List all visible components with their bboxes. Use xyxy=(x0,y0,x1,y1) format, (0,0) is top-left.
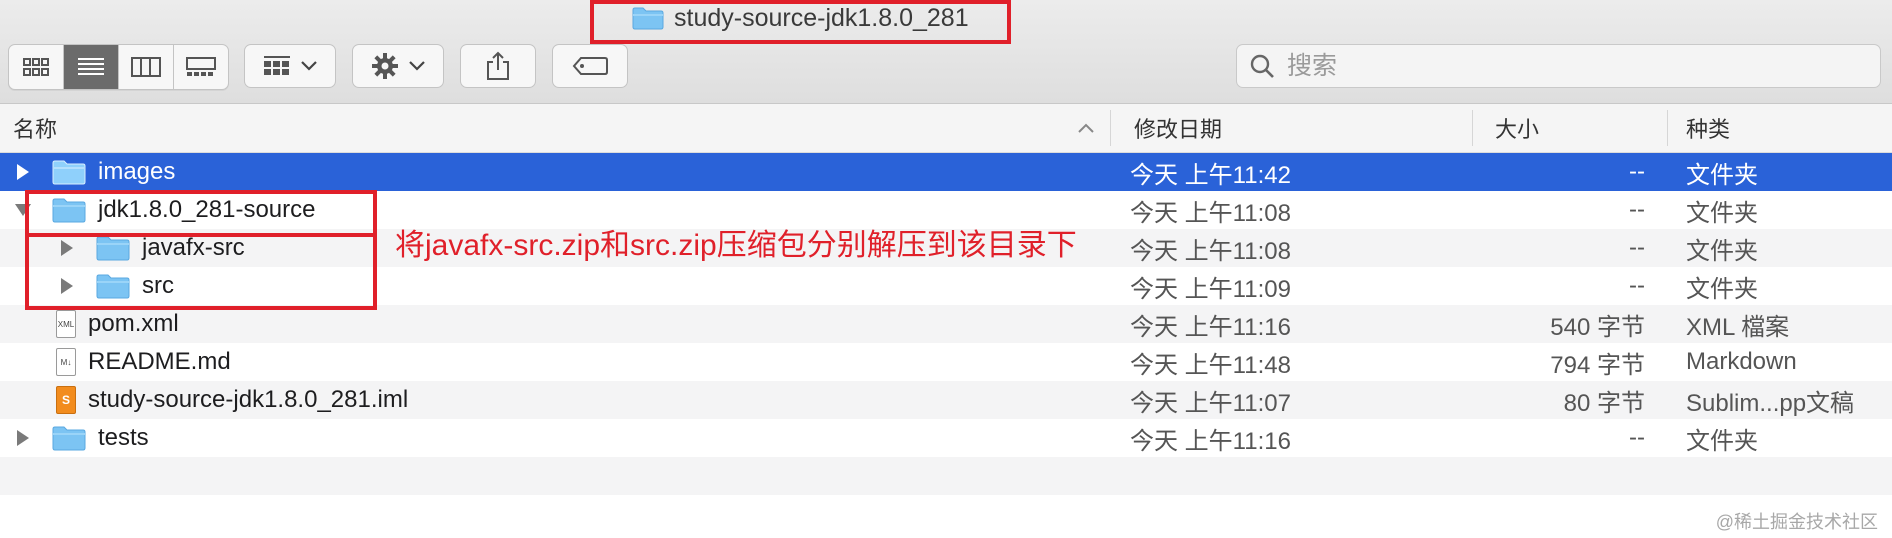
file-kind: Markdown xyxy=(1686,348,1797,375)
annotation-text: 将javafx-src.zip和src.zip压缩包分别解压到该目录下 xyxy=(395,229,1077,262)
file-date: 今天 上午11:07 xyxy=(1130,389,1291,417)
file-date: 今天 上午11:08 xyxy=(1130,237,1291,265)
file-kind: 文件夹 xyxy=(1686,427,1758,455)
search-field[interactable] xyxy=(1236,44,1881,88)
file-kind: XML 檔案 xyxy=(1686,313,1790,341)
file-row[interactable]: M↓ README.md 今天 上午11:48 794 字节 Markdown xyxy=(0,343,1892,381)
file-kind: 文件夹 xyxy=(1686,275,1758,303)
list-view-button[interactable] xyxy=(64,45,119,89)
group-by-button[interactable] xyxy=(244,44,336,88)
kind-column-header[interactable]: 种类 xyxy=(1686,104,1730,152)
gallery-icon xyxy=(186,57,216,76)
file-size: -- xyxy=(1629,272,1645,299)
file-name: README.md xyxy=(88,348,231,375)
file-list: images 今天 上午11:42 -- 文件夹 jdk1.8.0_281-so… xyxy=(0,153,1892,533)
name-column-label: 名称 xyxy=(13,117,58,142)
folder-icon xyxy=(632,6,664,30)
file-size: -- xyxy=(1629,196,1645,223)
file-row[interactable]: src 今天 上午11:09 -- 文件夹 xyxy=(0,267,1892,305)
tag-button[interactable] xyxy=(552,44,628,88)
folder-icon xyxy=(52,197,86,223)
folder-icon xyxy=(52,425,86,451)
sort-ascending-icon[interactable] xyxy=(1078,104,1094,152)
gallery-view-button[interactable] xyxy=(174,45,228,89)
columns-icon xyxy=(131,57,161,77)
disclosure-triangle-collapsed-icon[interactable] xyxy=(14,429,32,447)
search-icon xyxy=(1250,54,1274,78)
chevron-down-icon xyxy=(409,61,425,71)
column-view-button[interactable] xyxy=(119,45,174,89)
icon-view-button[interactable] xyxy=(9,45,64,89)
name-column-header[interactable]: 名称 xyxy=(13,104,57,152)
file-size: -- xyxy=(1629,424,1645,451)
file-date: 今天 上午11:16 xyxy=(1130,313,1291,341)
grid-icon xyxy=(23,58,49,76)
file-size: 540 字节 xyxy=(1550,313,1645,341)
date-column-header[interactable]: 修改日期 xyxy=(1134,104,1222,152)
file-name: images xyxy=(98,158,176,185)
xml-file-icon: XML xyxy=(56,310,76,338)
date-column-label: 修改日期 xyxy=(1134,117,1223,142)
file-name: pom.xml xyxy=(88,310,179,337)
file-date: 今天 上午11:16 xyxy=(1130,427,1291,455)
folder-icon xyxy=(52,159,86,185)
disclosure-triangle-collapsed-icon[interactable] xyxy=(58,239,76,257)
file-kind: 文件夹 xyxy=(1686,237,1758,265)
window-title: study-source-jdk1.8.0_281 xyxy=(632,0,969,36)
chevron-down-icon xyxy=(301,61,317,71)
watermark: @稀土掘金技术社区 xyxy=(1715,512,1878,532)
kind-column-label: 种类 xyxy=(1686,117,1731,142)
file-name: javafx-src xyxy=(142,234,245,261)
file-date: 今天 上午11:48 xyxy=(1130,351,1291,379)
markdown-file-icon: M↓ xyxy=(56,348,76,376)
file-row[interactable]: tests 今天 上午11:16 -- 文件夹 xyxy=(0,419,1892,457)
share-button[interactable] xyxy=(460,44,536,88)
gear-icon xyxy=(372,53,398,79)
folder-icon xyxy=(96,235,130,261)
window-title-text: study-source-jdk1.8.0_281 xyxy=(674,3,969,32)
file-size: 80 字节 xyxy=(1563,389,1645,417)
search-input[interactable] xyxy=(1285,50,1849,82)
group-grid-icon xyxy=(264,56,290,75)
size-column-label: 大小 xyxy=(1495,117,1540,142)
tag-icon xyxy=(572,57,608,75)
file-date: 今天 上午11:09 xyxy=(1130,275,1291,303)
empty-row xyxy=(0,457,1892,495)
disclosure-triangle-expanded-icon[interactable] xyxy=(14,201,32,219)
file-name: study-source-jdk1.8.0_281.iml xyxy=(88,386,409,413)
column-divider[interactable] xyxy=(1667,110,1668,146)
folder-icon xyxy=(96,273,130,299)
file-row[interactable]: images 今天 上午11:42 -- 文件夹 xyxy=(0,153,1892,191)
column-divider[interactable] xyxy=(1472,110,1473,146)
action-button[interactable] xyxy=(352,44,444,88)
file-size: -- xyxy=(1629,158,1645,185)
file-kind: 文件夹 xyxy=(1686,199,1758,227)
disclosure-triangle-collapsed-icon[interactable] xyxy=(58,277,76,295)
file-name: jdk1.8.0_281-source xyxy=(98,196,316,223)
view-mode-control xyxy=(8,44,229,90)
list-icon xyxy=(78,58,104,75)
file-date: 今天 上午11:42 xyxy=(1130,161,1291,189)
empty-row xyxy=(0,495,1892,533)
file-size: 794 字节 xyxy=(1550,351,1645,379)
size-column-header[interactable]: 大小 xyxy=(1495,104,1539,152)
file-kind: 文件夹 xyxy=(1686,161,1758,189)
disclosure-triangle-collapsed-icon[interactable] xyxy=(14,163,32,181)
file-row[interactable]: XML pom.xml 今天 上午11:16 540 字节 XML 檔案 xyxy=(0,305,1892,343)
file-name: src xyxy=(142,272,174,299)
file-size: -- xyxy=(1629,234,1645,261)
column-divider[interactable] xyxy=(1110,110,1111,146)
file-kind: Sublim...pp文稿 xyxy=(1686,389,1855,417)
file-date: 今天 上午11:08 xyxy=(1130,199,1291,227)
file-row[interactable]: S study-source-jdk1.8.0_281.iml 今天 上午11:… xyxy=(0,381,1892,419)
column-header: 名称 修改日期 大小 种类 xyxy=(0,104,1892,153)
sublime-file-icon: S xyxy=(56,386,76,414)
share-icon xyxy=(487,51,509,80)
file-name: tests xyxy=(98,424,149,451)
toolbar: study-source-jdk1.8.0_281 xyxy=(0,0,1892,104)
